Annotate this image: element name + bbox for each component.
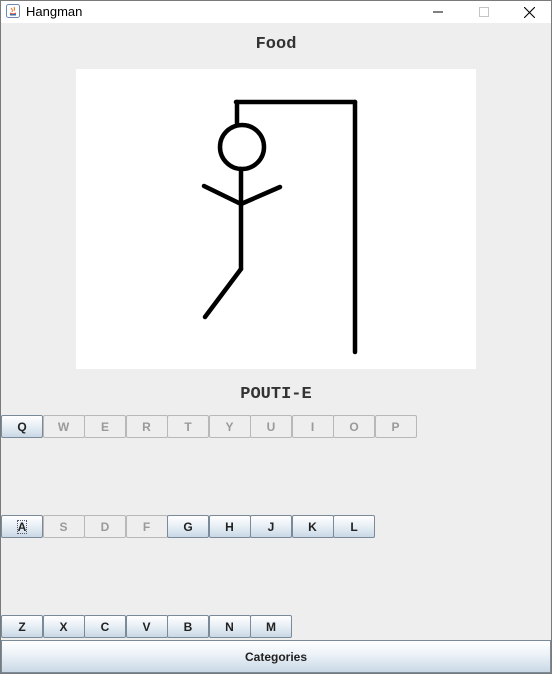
letter-key-label: A (16, 519, 28, 534)
letter-key-label: Y (225, 419, 234, 434)
letter-key-label: T (184, 419, 192, 434)
letter-key-label: B (183, 619, 193, 634)
window-title: Hangman (26, 4, 83, 19)
maximize-button[interactable] (461, 1, 507, 23)
letter-key-label: P (391, 419, 400, 434)
hangman-right-arm (238, 184, 283, 207)
letter-key-label: J (267, 519, 275, 534)
letter-key-d: D (84, 515, 126, 538)
hangman-head (217, 122, 267, 172)
minimize-icon (433, 11, 443, 13)
categories-button-label: Categories (244, 649, 308, 664)
letter-key-label: Z (18, 619, 26, 634)
letter-key-label: C (100, 619, 110, 634)
letter-key-label: F (142, 519, 151, 534)
letter-key-u: U (250, 415, 292, 438)
letter-key-r: R (125, 415, 168, 438)
letter-key-label: D (100, 519, 110, 534)
letter-key-q[interactable]: Q (1, 415, 43, 438)
letter-key-g[interactable]: G (167, 515, 209, 538)
letter-key-label: X (59, 619, 68, 634)
letter-key-e: E (84, 415, 126, 438)
letter-key-label: I (310, 419, 315, 434)
letter-key-label: R (142, 419, 151, 434)
letter-key-x[interactable]: X (42, 615, 85, 638)
letter-key-s: S (42, 515, 85, 538)
java-app-icon (6, 4, 20, 18)
letter-key-label: G (183, 519, 193, 534)
letter-key-v[interactable]: V (125, 615, 168, 638)
letter-key-label: L (350, 519, 358, 534)
letter-key-label: V (142, 619, 151, 634)
letter-key-w: W (42, 415, 85, 438)
gallows-svg (201, 99, 358, 355)
letter-key-label: W (57, 419, 70, 434)
letter-key-label: K (308, 519, 317, 534)
minimize-button[interactable] (415, 1, 461, 23)
maximize-icon (479, 7, 489, 17)
letter-key-label: M (266, 619, 276, 634)
letter-key-c[interactable]: C (84, 615, 126, 638)
letter-key-p: P (374, 415, 417, 438)
letter-key-h[interactable]: H (208, 515, 251, 538)
close-button[interactable] (506, 1, 551, 23)
letter-key-y: Y (208, 415, 251, 438)
letter-key-m[interactable]: M (250, 615, 292, 638)
hangman-left-arm (201, 183, 244, 207)
letter-key-l[interactable]: L (333, 515, 375, 538)
category-label: Food (255, 35, 297, 54)
letter-key-label: O (349, 419, 359, 434)
hangman-window: Hangman Food POUTI-E Q W E R T Y U I O P… (0, 0, 552, 674)
categories-button[interactable]: Categories (1, 640, 551, 673)
letter-key-j[interactable]: J (250, 515, 292, 538)
letter-key-n[interactable]: N (208, 615, 251, 638)
letter-key-o: O (333, 415, 375, 438)
game-panel: Food POUTI-E QWERTYUIOPASDFGHJKLZXCVBNM … (1, 23, 551, 673)
letter-key-b[interactable]: B (167, 615, 209, 638)
letter-key-label: H (225, 519, 234, 534)
close-icon (523, 6, 535, 18)
letter-key-z[interactable]: Z (1, 615, 43, 638)
letter-key-label: Q (17, 419, 27, 434)
letter-key-label: S (59, 519, 68, 534)
letter-key-a[interactable]: A (1, 515, 43, 538)
letter-key-t: T (167, 415, 209, 438)
title-bar[interactable]: Hangman (1, 1, 551, 23)
letter-key-label: N (225, 619, 234, 634)
letter-key-i: I (291, 415, 334, 438)
letter-key-f: F (125, 515, 168, 538)
letter-key-label: E (100, 419, 109, 434)
letter-key-k[interactable]: K (291, 515, 334, 538)
hangman-left-leg (202, 266, 244, 320)
word-display: POUTI-E (240, 385, 312, 404)
letter-key-label: U (266, 419, 276, 434)
hangman-drawing (76, 69, 476, 369)
